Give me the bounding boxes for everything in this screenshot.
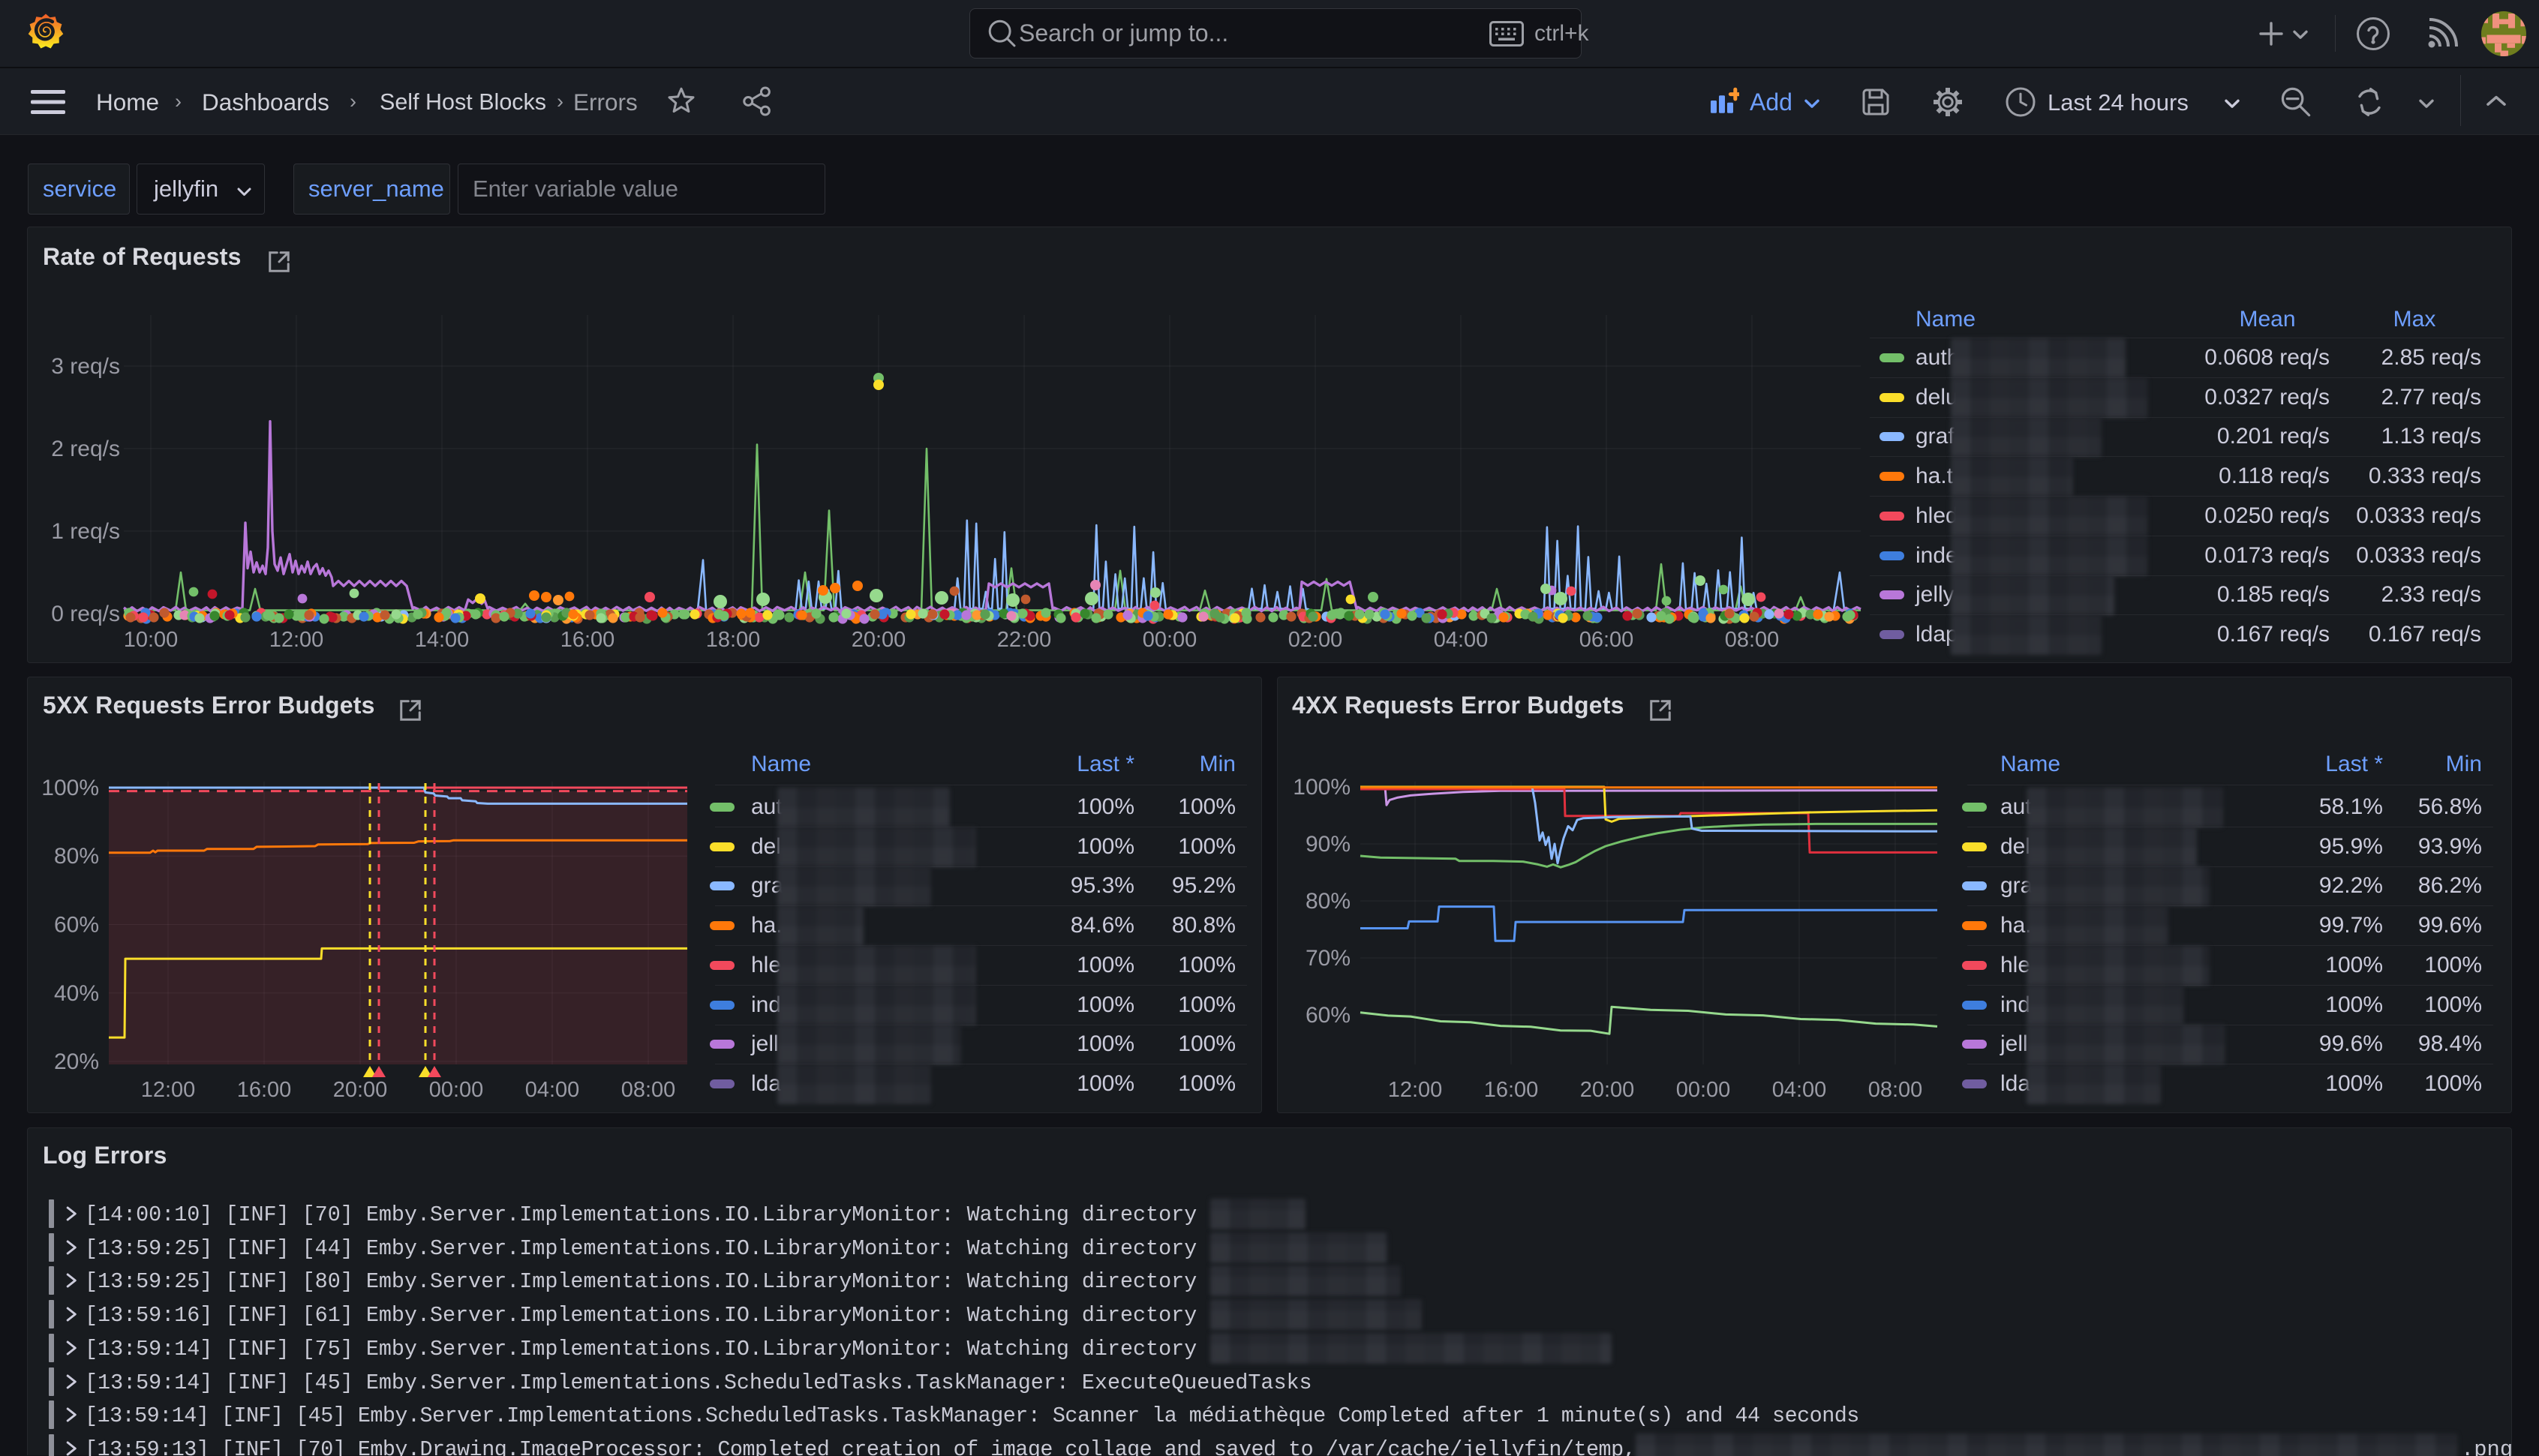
svg-text:00:00: 00:00: [1676, 1078, 1731, 1102]
svg-text:60%: 60%: [1306, 1003, 1351, 1028]
svg-text:04:00: 04:00: [1772, 1078, 1827, 1102]
svg-text:100%: 100%: [1293, 775, 1351, 800]
svg-text:70%: 70%: [1306, 946, 1351, 971]
svg-text:08:00: 08:00: [1868, 1078, 1923, 1102]
svg-text:90%: 90%: [1306, 832, 1351, 857]
svg-text:16:00: 16:00: [1484, 1078, 1539, 1102]
svg-text:80%: 80%: [1306, 889, 1351, 914]
svg-text:12:00: 12:00: [1388, 1078, 1443, 1102]
svg-text:20:00: 20:00: [1580, 1078, 1635, 1102]
